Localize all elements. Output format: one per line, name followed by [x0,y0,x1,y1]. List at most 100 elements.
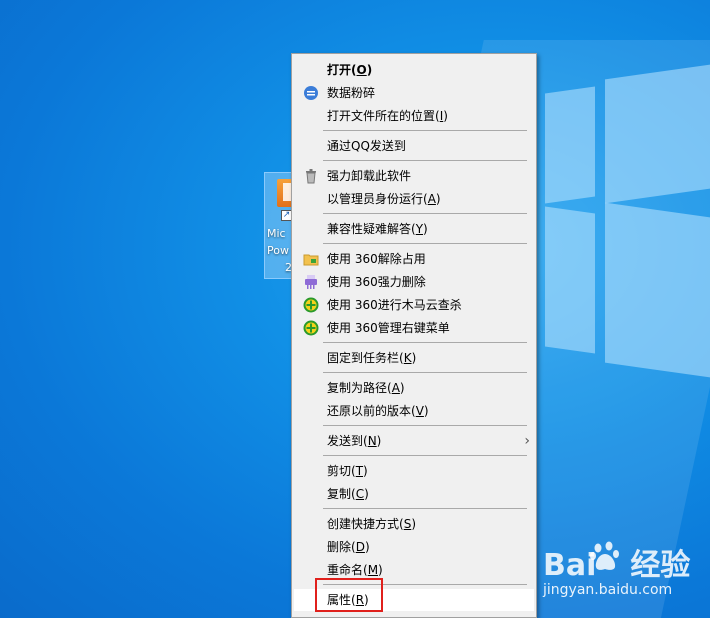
menu-item[interactable]: 数据粉碎 [294,82,534,104]
menu-separator [323,160,527,161]
menu-item[interactable]: 使用 360进行木马云查杀 [294,294,534,316]
desktop-shortcut-powerpoint[interactable]: ↗ Mic Pow 2 [264,172,294,279]
menu-item-text: 以管理员身份运行( [327,192,428,206]
windows-logo-pane-bl [545,206,595,354]
menu-item[interactable]: 通过QQ发送到 [294,135,534,157]
menu-item-text: 使用 360进行木马云查杀 [327,298,462,312]
menu-separator [323,342,527,343]
menu-item-label: 还原以前的版本(V) [327,400,429,422]
menu-item-text: 删除( [327,540,356,554]
menu-item-text: 通过QQ发送到 [327,139,406,153]
menu-item-text: 发送到( [327,434,368,448]
menu-item-text: 创建快捷方式( [327,517,404,531]
windows-logo-pane-tr [605,64,710,204]
menu-item-text-end: ) [376,434,382,448]
menu-item-text: 使用 360管理右键菜单 [327,321,450,335]
menu-item-text: 强力卸载此软件 [327,169,412,183]
menu-item-label: 使用 360强力删除 [327,271,426,293]
unlock-folder-icon [303,251,319,267]
360-shield-icon [303,320,319,336]
menu-item[interactable]: 打开(O) [294,59,534,81]
menu-item[interactable]: 创建快捷方式(S) [294,513,534,535]
menu-item-text-end: ) [363,464,368,478]
menu-item[interactable]: 剪切(T) [294,460,534,482]
menu-item-accelerator: V [415,404,424,418]
menu-item-label: 以管理员身份运行(A) [327,188,441,210]
menu-item[interactable]: 发送到(N) › [294,430,534,452]
menu-item-accelerator: O [356,63,367,77]
menu-item-accelerator: T [355,464,364,478]
submenu-arrow-icon: › [524,433,530,449]
menu-item[interactable]: 以管理员身份运行(A) [294,188,534,210]
menu-item[interactable]: 使用 360管理右键菜单 [294,317,534,339]
menu-item[interactable]: 复制为路径(A) [294,377,534,399]
desktop-icon-label-line: Pow [267,244,289,257]
menu-item-text-end: ) [378,563,383,577]
menu-separator [323,130,527,131]
menu-item[interactable]: 使用 360解除占用 [294,248,534,270]
menu-item[interactable]: 还原以前的版本(V) [294,400,534,422]
baidu-jingyan-watermark: Bai 经验 jingyan.baidu.com [543,540,703,606]
menu-item-label: 使用 360管理右键菜单 [327,317,450,339]
menu-item-text-end: ) [366,63,373,77]
menu-item-label: 数据粉碎 [327,82,375,104]
context-menu: 打开(O) 数据粉碎打开文件所在的位置(I) 通过QQ发送到 强力卸载此软件以管理员身… [291,53,537,618]
menu-item[interactable]: 使用 360强力删除 [294,271,534,293]
shred-icon [303,85,319,101]
menu-item-label: 通过QQ发送到 [327,135,406,157]
menu-item-text-end: ) [364,487,369,501]
baidu-paw-icon [590,541,619,570]
menu-separator [323,213,527,214]
menu-separator [323,243,527,244]
menu-item-label: 使用 360进行木马云查杀 [327,294,462,316]
windows-logo-pane-br [605,202,710,378]
menu-item-text: 打开( [327,63,357,77]
menu-item-text: 数据粉碎 [327,86,376,100]
menu-item[interactable]: 删除(D) [294,536,534,558]
menu-item-accelerator: C [355,487,365,501]
menu-item-accelerator: D [355,540,365,554]
menu-item[interactable]: 兼容性疑难解答(Y) [294,218,534,240]
shredder-icon [303,274,319,290]
menu-item-text-end: ) [423,222,428,236]
menu-item-text: 兼容性疑难解答( [327,222,416,236]
menu-item-accelerator: N [367,434,377,448]
menu-item-accelerator: A [427,192,436,206]
menu-item-accelerator: M [367,563,379,577]
menu-item-text: 重命名( [327,563,368,577]
windows-logo-pane-tl [545,86,595,204]
highlight-box [315,578,383,612]
menu-item-text: 剪切( [327,464,356,478]
menu-item-text-end: ) [435,192,441,206]
menu-item-text: 复制为路径( [327,381,392,395]
menu-item[interactable]: 复制(C) [294,483,534,505]
360-shield-icon [303,297,319,313]
menu-item-label: 剪切(T) [327,460,368,482]
watermark-site: jingyan.baidu.com [543,582,673,598]
menu-item-label: 复制为路径(A) [327,377,405,399]
menu-item-text: 打开文件所在的位置( [327,109,440,123]
menu-item-label: 打开文件所在的位置(I) [327,105,448,127]
menu-item[interactable]: 强力卸载此软件 [294,165,534,187]
menu-item-text: 使用 360解除占用 [327,252,426,266]
menu-item-text: 固定到任务栏( [327,351,404,365]
menu-separator [323,372,527,373]
menu-item-accelerator: K [403,351,412,365]
menu-item-accelerator: A [391,381,400,395]
menu-separator [323,425,527,426]
menu-separator [323,508,527,509]
menu-item-label: 复制(C) [327,483,369,505]
menu-item[interactable]: 打开文件所在的位置(I) [294,105,534,127]
menu-item-text-end: ) [399,381,405,395]
menu-item-label: 打开(O) [327,59,372,81]
menu-item-label: 强力卸载此软件 [327,165,411,187]
menu-item-label: 创建快捷方式(S) [327,513,416,535]
menu-item-label: 兼容性疑难解答(Y) [327,218,428,240]
menu-item-label: 使用 360解除占用 [327,248,426,270]
menu-item[interactable]: 固定到任务栏(K) [294,347,534,369]
menu-item-text-end: ) [411,517,416,531]
menu-item-text-end: ) [443,109,448,123]
menu-item-text-end: ) [411,351,417,365]
menu-item-label: 删除(D) [327,536,370,558]
trash-icon [303,168,319,184]
